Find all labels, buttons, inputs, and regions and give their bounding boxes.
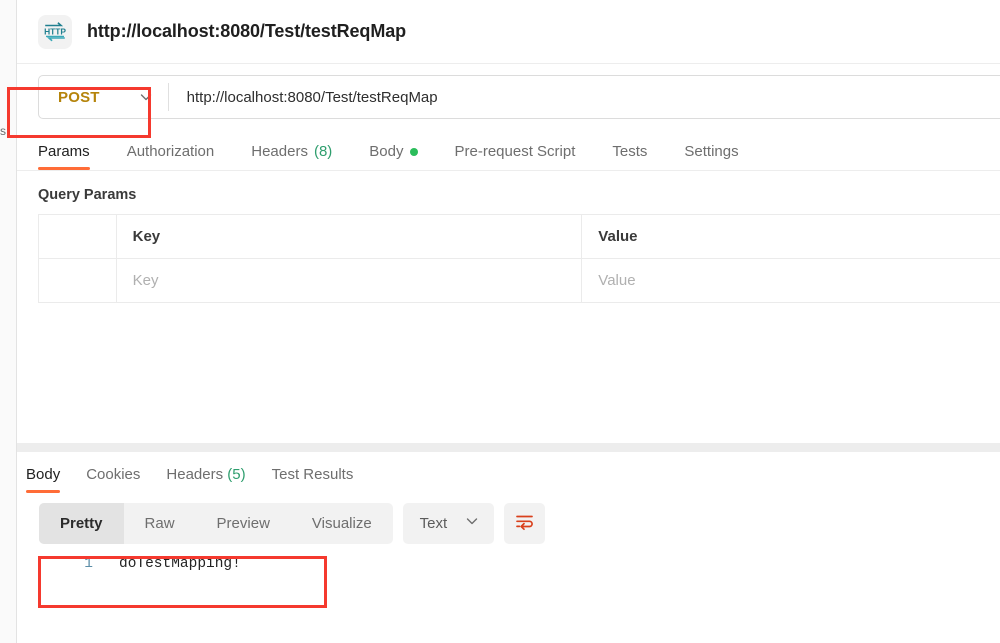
header-cell-key: Key <box>115 214 583 259</box>
request-tab-bar: Params Authorization Headers (8) Body Pr… <box>17 130 1000 171</box>
chevron-down-icon <box>138 89 154 105</box>
view-mode-preview[interactable]: Preview <box>196 503 291 544</box>
response-tab-body[interactable]: Body <box>26 466 61 493</box>
postman-request-window: s HTTP http://localhost:8080/Test/testRe… <box>0 0 1000 643</box>
tab-headers[interactable]: Headers (8) <box>251 143 332 170</box>
view-mode-pretty[interactable]: Pretty <box>39 503 124 544</box>
query-params-table: Key Value Key Value <box>38 214 1000 303</box>
request-title: http://localhost:8080/Test/testReqMap <box>87 21 407 41</box>
response-tab-cookies[interactable]: Cookies <box>86 466 140 493</box>
tab-tests[interactable]: Tests <box>612 143 647 170</box>
tab-body[interactable]: Body <box>369 143 418 170</box>
response-tab-cookies-label: Cookies <box>86 466 141 483</box>
tab-params[interactable]: Params <box>38 143 90 170</box>
url-row: POST http://localhost:8080/Test/testReqM… <box>17 64 1000 130</box>
format-label: Text <box>419 515 448 532</box>
chevron-down-icon <box>464 513 480 534</box>
url-divider <box>167 83 169 111</box>
response-tab-test-results[interactable]: Test Results <box>272 466 354 493</box>
response-tab-test-results-label: Test Results <box>271 466 354 483</box>
method-label: POST <box>58 88 100 106</box>
response-tab-headers-count: (5) <box>227 466 246 483</box>
response-tab-body-label: Body <box>26 466 61 483</box>
url-input[interactable]: http://localhost:8080/Test/testReqMap <box>187 89 438 106</box>
tab-headers-label: Headers <box>251 143 308 160</box>
tab-pre-request-script-label: Pre-request Script <box>454 143 576 160</box>
format-selector[interactable]: Text <box>402 503 495 544</box>
line-number: 1 <box>84 556 93 572</box>
method-selector[interactable]: POST <box>39 76 162 118</box>
sidebar-cut-label: s <box>0 124 6 138</box>
row-key-input[interactable]: Key <box>115 258 583 303</box>
main-pane: HTTP http://localhost:8080/Test/testReqM… <box>17 0 1000 643</box>
header-cell-check <box>38 214 117 259</box>
table-header-row: Key Value <box>38 214 1000 259</box>
response-tab-bar: Body Cookies Headers (5) Test Results <box>17 452 1000 493</box>
response-body-line: doTestMapping! <box>119 556 241 572</box>
tab-body-label: Body <box>369 143 404 160</box>
svg-text:HTTP: HTTP <box>44 26 66 36</box>
query-params-title: Query Params <box>38 187 137 203</box>
table-row: Key Value <box>38 258 1000 303</box>
view-mode-visualize[interactable]: Visualize <box>291 503 393 544</box>
request-header: HTTP http://localhost:8080/Test/testReqM… <box>17 0 1000 64</box>
url-bar: POST http://localhost:8080/Test/testReqM… <box>38 75 1000 119</box>
view-mode-group: Pretty Raw Preview Visualize <box>39 503 393 544</box>
tab-pre-request-script[interactable]: Pre-request Script <box>455 143 576 170</box>
body-present-dot-icon <box>409 147 418 156</box>
tab-settings[interactable]: Settings <box>684 143 738 170</box>
tab-params-label: Params <box>38 143 90 160</box>
wrap-lines-button[interactable] <box>504 503 546 544</box>
tab-settings-label: Settings <box>684 143 739 160</box>
view-mode-raw[interactable]: Raw <box>124 503 196 544</box>
tab-headers-count: (8) <box>313 143 333 160</box>
tab-authorization[interactable]: Authorization <box>127 143 215 170</box>
wrap-lines-icon <box>514 511 535 537</box>
tab-authorization-label: Authorization <box>126 143 215 160</box>
sidebar-edge: s <box>0 0 17 643</box>
response-tab-headers[interactable]: Headers (5) <box>166 466 245 493</box>
row-value-input[interactable]: Value <box>581 258 1000 303</box>
pane-divider[interactable] <box>17 443 1000 452</box>
http-protocol-icon: HTTP <box>38 14 72 49</box>
row-checkbox-cell[interactable] <box>38 258 117 303</box>
response-toolbar: Pretty Raw Preview Visualize Text <box>17 503 1000 544</box>
tab-tests-label: Tests <box>612 143 648 160</box>
response-tab-headers-label: Headers <box>166 466 224 483</box>
response-pane: Body Cookies Headers (5) Test Results Pr… <box>17 452 1000 572</box>
header-cell-value: Value <box>581 214 1000 259</box>
response-body-viewer[interactable]: 1 doTestMapping! <box>17 556 1000 572</box>
